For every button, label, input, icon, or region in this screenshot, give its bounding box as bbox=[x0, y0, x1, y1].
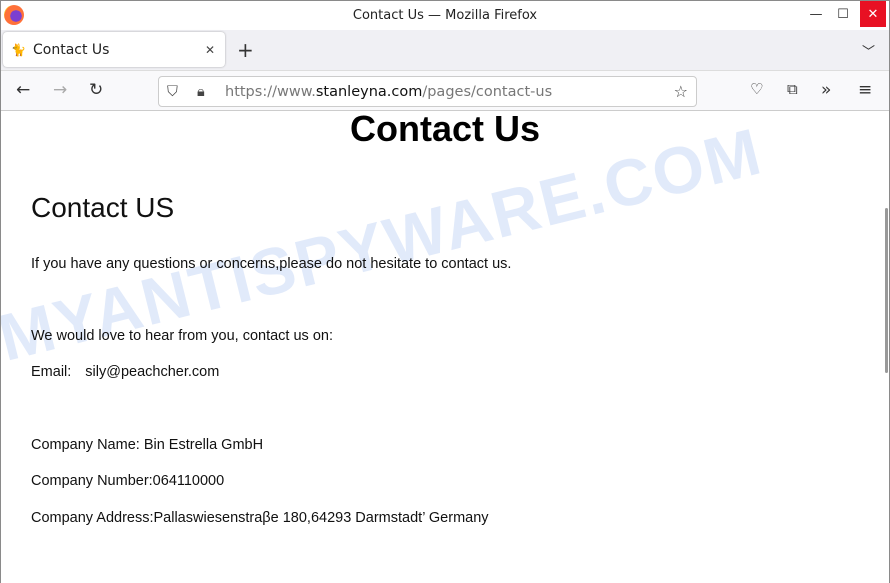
window-title: Contact Us — Mozilla Firefox bbox=[352, 8, 538, 23]
scrollbar[interactable] bbox=[885, 208, 888, 373]
company-name: Company Name: Bin Estrella GmbH bbox=[31, 437, 264, 453]
close-window-button[interactable]: ✕ bbox=[860, 1, 886, 27]
url-text[interactable]: https://www.stanleyna.com/pages/contact-… bbox=[225, 84, 552, 100]
site-favicon-icon: 🐈 bbox=[11, 42, 26, 57]
tab-label: Contact Us bbox=[33, 41, 110, 58]
page-title: Contact Us bbox=[349, 112, 541, 149]
url-bar[interactable]: ⛉ 🔒︎ https://www.stanleyna.com/pages/con… bbox=[158, 76, 697, 107]
new-tab-button[interactable]: + bbox=[237, 38, 254, 62]
pocket-icon[interactable]: ♡ bbox=[750, 80, 763, 98]
company-number: Company Number:064110000 bbox=[31, 473, 225, 489]
overflow-chevron-icon[interactable]: » bbox=[821, 80, 831, 100]
title-bar: Contact Us — Mozilla Firefox — ☐ ✕ bbox=[1, 1, 889, 30]
close-tab-icon[interactable]: ✕ bbox=[205, 43, 215, 57]
lock-icon[interactable]: 🔒︎ bbox=[197, 84, 219, 100]
menu-hamburger-icon[interactable]: ≡ bbox=[858, 80, 872, 100]
bookmark-star-icon[interactable]: ☆ bbox=[674, 82, 688, 101]
url-prefix: https://www. bbox=[225, 83, 316, 100]
contact-text: We would love to hear from you, contact … bbox=[31, 328, 333, 344]
email-line: Email: sily@peachcher.com bbox=[31, 364, 219, 380]
url-path: /pages/contact-us bbox=[422, 83, 553, 100]
company-address: Company Address:Pallaswiesenstraβe 180,6… bbox=[31, 510, 489, 526]
reload-button[interactable]: ↻ bbox=[89, 80, 103, 100]
forward-button[interactable]: → bbox=[53, 80, 67, 100]
url-domain: stanleyna.com bbox=[315, 83, 423, 100]
page-content: MYANTISPYWARE.COM Contact Us Contact US … bbox=[1, 112, 889, 583]
minimize-button[interactable]: — bbox=[803, 1, 829, 27]
extensions-icon[interactable]: ⧉ bbox=[787, 80, 798, 98]
list-all-tabs-chevron-icon[interactable]: ﹀ bbox=[862, 41, 875, 60]
section-heading: Contact US bbox=[31, 192, 175, 223]
email-address[interactable]: sily@peachcher.com bbox=[85, 364, 219, 380]
back-button[interactable]: ← bbox=[16, 80, 30, 100]
tab-bar: 🐈 Contact Us ✕ + ﹀ bbox=[1, 30, 889, 71]
intro-text: If you have any questions or concerns,pl… bbox=[31, 256, 512, 272]
firefox-logo-icon bbox=[4, 5, 24, 25]
tab-contact-us[interactable]: 🐈 Contact Us ✕ bbox=[3, 32, 225, 67]
maximize-button[interactable]: ☐ bbox=[830, 1, 856, 27]
email-label: Email: bbox=[31, 364, 72, 380]
navigation-bar: ← → ↻ ⛉ 🔒︎ https://www.stanleyna.com/pag… bbox=[1, 71, 889, 111]
shield-icon[interactable]: ⛉ bbox=[167, 84, 189, 100]
